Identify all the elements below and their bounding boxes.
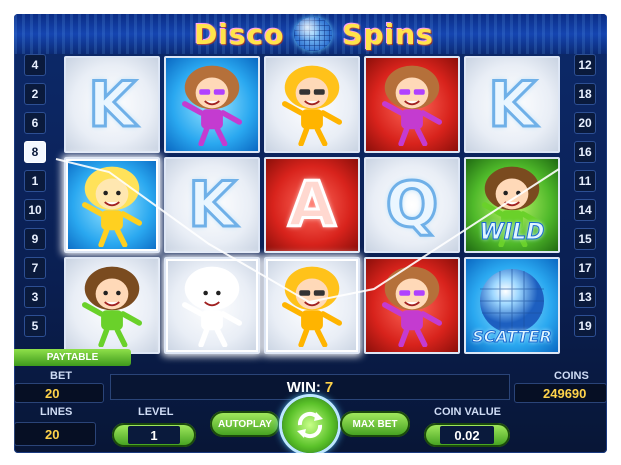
reel-grid: K K KAQ WILD SCATTER [62, 54, 562, 356]
coins-value: 249690 [514, 383, 607, 403]
coins-label: COINS [554, 370, 589, 382]
letter-k-symbol: K [86, 66, 137, 142]
reel-1-row-3-symbol [64, 257, 160, 354]
reel-5-row-2-symbol: WILD [464, 156, 560, 254]
right-payline-numbers: 12 18 20 16 11 14 15 17 13 19 [574, 54, 596, 337]
reel-2-row-1-symbol [164, 56, 260, 153]
pink-dancer-icon [372, 58, 452, 151]
left-payline-numbers: 4 2 6 8 1 10 9 7 3 5 [24, 54, 46, 337]
payline-number-right[interactable]: 13 [574, 286, 596, 308]
scatter-label: SCATTER [472, 326, 553, 346]
autoplay-button[interactable]: AUTOPLAY [210, 411, 280, 437]
pink-dancer-icon [172, 58, 252, 151]
level-value: 1 [128, 426, 180, 444]
payline-number-right[interactable]: 15 [574, 228, 596, 250]
win-label: WIN: [286, 378, 321, 396]
letter-a-symbol: A [287, 167, 338, 243]
level-label: LEVEL [138, 406, 174, 418]
slot-machine-frame: Disco Spins 4 2 6 8 1 10 9 7 3 5 12 18 20 16 11 14 15 17… [14, 14, 607, 453]
letter-k-symbol: K [186, 167, 237, 243]
reel-1-row-1-symbol: K [64, 56, 160, 153]
header-strip: Disco Spins [14, 14, 607, 54]
reel-4-row-2-symbol: Q [364, 156, 460, 254]
logo-word-disco: Disco [194, 17, 285, 51]
payline-number-right[interactable]: 16 [574, 141, 596, 163]
payline-number-right[interactable]: 14 [574, 199, 596, 221]
payline-number-left[interactable]: 5 [24, 315, 46, 337]
payline-number-left[interactable]: 10 [24, 199, 46, 221]
logo-word-spins: Spins [342, 17, 434, 51]
lines-value[interactable]: 20 [14, 422, 96, 446]
payline-number-left[interactable]: 2 [24, 83, 46, 105]
letter-q-symbol: Q [384, 167, 440, 243]
yellow-dancer-icon [272, 58, 352, 151]
payline-number-right[interactable]: 20 [574, 112, 596, 134]
bet-value: 20 [14, 383, 104, 403]
letter-k-symbol: K [486, 66, 537, 142]
payline-number-left[interactable]: 3 [24, 286, 46, 308]
level-stepper[interactable]: 1 [112, 423, 196, 447]
payline-number-left[interactable]: 4 [24, 54, 46, 76]
win-value: 7 [324, 378, 334, 396]
payline-number-right[interactable]: 18 [574, 83, 596, 105]
paytable-button[interactable]: PAYTABLE [14, 349, 131, 366]
bet-label: BET [50, 370, 72, 382]
coin-value-value: 0.02 [440, 426, 494, 444]
reel-3-row-2-symbol: A [264, 156, 360, 254]
coin-value-label: COIN VALUE [434, 406, 502, 418]
white-blonde-girl-icon [172, 259, 252, 352]
blonde-girl-icon [72, 159, 152, 252]
payline-number-right[interactable]: 12 [574, 54, 596, 76]
coin-value-stepper[interactable]: 0.02 [424, 423, 510, 447]
payline-number-left[interactable]: 6 [24, 112, 46, 134]
reel-2-row-3-symbol [164, 257, 260, 354]
reel-3-row-3-symbol [264, 257, 360, 354]
spin-button[interactable] [282, 397, 338, 453]
reel-5-row-3-symbol: SCATTER [464, 257, 560, 354]
payline-number-left[interactable]: 1 [24, 170, 46, 192]
payline-number-right[interactable]: 11 [574, 170, 596, 192]
game-logo: Disco Spins [174, 16, 454, 52]
pink-dancer-icon [372, 259, 452, 352]
payline-number-left[interactable]: 9 [24, 228, 46, 250]
wild-label: WILD [479, 220, 545, 246]
payline-number-right[interactable]: 19 [574, 315, 596, 337]
lines-label: LINES [40, 406, 73, 418]
yellow-dancer-icon [272, 259, 352, 352]
payline-number-left[interactable]: 8 [24, 141, 46, 163]
spin-arrows-icon [297, 411, 323, 439]
max-bet-button[interactable]: MAX BET [340, 411, 410, 437]
reel-5-row-1-symbol: K [464, 56, 560, 153]
disco-ball-icon [294, 17, 333, 51]
payline-number-right[interactable]: 17 [574, 257, 596, 279]
reel-3-row-1-symbol [264, 56, 360, 153]
reel-4-row-1-symbol [364, 56, 460, 153]
reel-1-row-2-symbol [64, 156, 160, 254]
payline-number-left[interactable]: 7 [24, 257, 46, 279]
reel-2-row-2-symbol: K [164, 156, 260, 254]
reel-4-row-3-symbol [364, 257, 460, 354]
green-dancer-icon [72, 259, 152, 352]
